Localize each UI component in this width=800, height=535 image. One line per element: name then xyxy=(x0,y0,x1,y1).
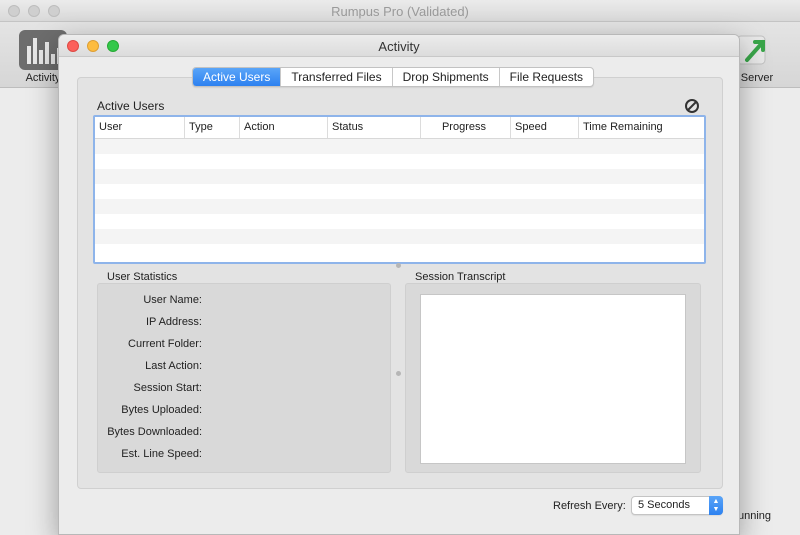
refresh-every-label: Refresh Every: xyxy=(553,500,626,512)
tab-drop-shipments[interactable]: Drop Shipments xyxy=(393,68,500,86)
tab-file-requests[interactable]: File Requests xyxy=(500,68,593,86)
tab-transferred-files[interactable]: Transferred Files xyxy=(281,68,393,86)
vertical-splitter-handle[interactable] xyxy=(396,371,401,376)
table-row xyxy=(95,244,704,259)
refresh-interval-value: 5 Seconds xyxy=(638,499,690,511)
tab-bar: Active Users Transferred Files Drop Ship… xyxy=(192,67,595,87)
table-body xyxy=(95,139,704,259)
stat-user-name-label: User Name: xyxy=(143,294,202,306)
server-arrow-icon xyxy=(733,30,781,70)
user-statistics-heading: User Statistics xyxy=(107,271,178,283)
disconnect-icon[interactable] xyxy=(685,99,699,113)
window-title: Activity xyxy=(378,39,420,54)
active-users-table[interactable]: User Type Action Status Progress Speed T… xyxy=(93,115,706,264)
table-row xyxy=(95,154,704,169)
stat-bytes-uploaded-label: Bytes Uploaded: xyxy=(121,404,202,416)
session-transcript-heading: Session Transcript xyxy=(415,271,506,283)
column-header-speed[interactable]: Speed xyxy=(511,117,579,138)
horizontal-splitter-handle[interactable] xyxy=(396,263,401,268)
column-header-time-remaining[interactable]: Time Remaining xyxy=(579,117,704,138)
stat-est-line-speed-label: Est. Line Speed: xyxy=(121,448,202,460)
activity-window: Activity Active Users Transferred Files … xyxy=(58,34,740,535)
toolbar-activity-label: Activity xyxy=(25,72,61,84)
stat-bytes-downloaded-label: Bytes Downloaded: xyxy=(107,426,202,438)
session-transcript-panel xyxy=(405,283,701,473)
table-row xyxy=(95,139,704,154)
table-row xyxy=(95,169,704,184)
main-window-title: Rumpus Pro (Validated) xyxy=(331,4,469,19)
tab-active-users[interactable]: Active Users xyxy=(193,68,282,86)
activity-titlebar[interactable]: Activity xyxy=(59,35,739,57)
stat-current-folder-label: Current Folder: xyxy=(128,338,202,350)
select-stepper-icon: ▲ ▼ xyxy=(709,496,723,515)
active-users-heading: Active Users xyxy=(97,99,165,113)
refresh-interval-select[interactable]: 5 Seconds ▲ ▼ xyxy=(631,496,723,515)
table-header: User Type Action Status Progress Speed T… xyxy=(95,117,704,139)
column-header-status[interactable]: Status xyxy=(328,117,421,138)
main-titlebar: Rumpus Pro (Validated) xyxy=(0,0,800,22)
column-header-action[interactable]: Action xyxy=(240,117,328,138)
table-row xyxy=(95,184,704,199)
toolbar-server-label: Server xyxy=(740,72,774,84)
table-row xyxy=(95,229,704,244)
stat-last-action-label: Last Action: xyxy=(145,360,202,372)
stat-ip-address-label: IP Address: xyxy=(145,316,202,328)
stat-session-start-label: Session Start: xyxy=(133,382,202,394)
table-row xyxy=(95,214,704,229)
column-header-progress[interactable]: Progress xyxy=(421,117,511,138)
column-header-type[interactable]: Type xyxy=(185,117,240,138)
session-transcript-textarea[interactable] xyxy=(420,294,686,464)
user-statistics-panel: User Name: IP Address: Current Folder: L… xyxy=(97,283,391,473)
column-header-user[interactable]: User xyxy=(95,117,185,138)
server-status-text: unning xyxy=(738,510,772,522)
table-row xyxy=(95,199,704,214)
